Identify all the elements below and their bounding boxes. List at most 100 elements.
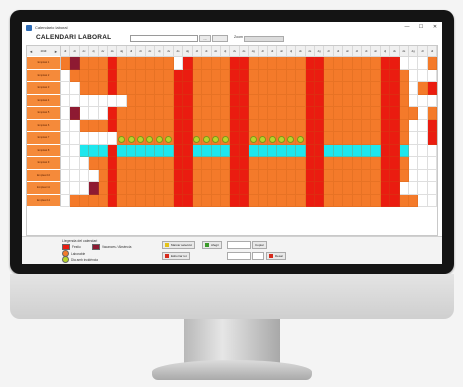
year-selector[interactable]: ◄ 2019 ► xyxy=(27,46,61,57)
day-cell-empty[interactable] xyxy=(418,194,428,207)
day-cell-workday[interactable] xyxy=(258,194,268,207)
day-cell-workday[interactable] xyxy=(202,194,212,207)
day-cell-incident[interactable] xyxy=(249,132,259,145)
day-cell-holiday[interactable] xyxy=(427,82,438,95)
day-cell-workday[interactable] xyxy=(286,182,297,195)
day-cell-holiday[interactable] xyxy=(108,57,118,70)
day-cell-special-shift[interactable] xyxy=(277,144,287,157)
day-cell-workday[interactable] xyxy=(324,107,334,120)
day-cell-holiday[interactable] xyxy=(183,157,193,170)
day-cell-workday[interactable] xyxy=(286,69,297,82)
day-cell-workday[interactable] xyxy=(286,57,297,70)
day-cell-incident[interactable] xyxy=(220,132,231,145)
day-cell-workday[interactable] xyxy=(202,169,212,182)
day-cell-workday[interactable] xyxy=(399,82,410,95)
day-cell-workday[interactable] xyxy=(136,119,146,132)
day-cell-empty[interactable] xyxy=(418,144,428,157)
day-cell-workday[interactable] xyxy=(126,82,137,95)
day-cell-workday[interactable] xyxy=(267,194,278,207)
day-cell-holiday[interactable] xyxy=(239,107,250,120)
day-cell-workday[interactable] xyxy=(79,69,90,82)
day-cell-workday[interactable] xyxy=(343,169,353,182)
day-cell-workday[interactable] xyxy=(220,182,231,195)
day-cell-empty[interactable] xyxy=(61,194,71,207)
day-cell-workday[interactable] xyxy=(409,194,419,207)
day-cell-holiday[interactable] xyxy=(390,82,400,95)
day-cell-holiday[interactable] xyxy=(390,107,400,120)
employee-name[interactable]: Empleat 2 xyxy=(27,69,61,82)
day-cell-workday[interactable] xyxy=(202,57,212,70)
employee-name[interactable]: Empleat 5 xyxy=(27,107,61,120)
day-cell-workday[interactable] xyxy=(249,182,259,195)
day-cell-workday[interactable] xyxy=(258,157,268,170)
day-cell-holiday[interactable] xyxy=(314,144,325,157)
day-cell-workday[interactable] xyxy=(352,132,362,145)
day-cell-holiday[interactable] xyxy=(183,169,193,182)
day-cell-workday[interactable] xyxy=(352,57,362,70)
day-cell-workday[interactable] xyxy=(277,119,287,132)
day-cell-workday[interactable] xyxy=(164,194,174,207)
day-cell-workday[interactable] xyxy=(136,182,146,195)
day-cell-holiday[interactable] xyxy=(305,57,315,70)
day-cell-empty[interactable] xyxy=(61,157,71,170)
day-cell-holiday[interactable] xyxy=(305,169,315,182)
day-cell-special-shift[interactable] xyxy=(89,144,99,157)
day-cell-workday[interactable] xyxy=(202,107,212,120)
day-cell-workday[interactable] xyxy=(277,157,287,170)
day-cell-workday[interactable] xyxy=(258,94,268,107)
day-cell-workday[interactable] xyxy=(211,57,221,70)
day-cell-workday[interactable] xyxy=(418,82,428,95)
day-cell-empty[interactable] xyxy=(427,182,438,195)
day-cell-holiday[interactable] xyxy=(239,69,250,82)
day-cell-workday[interactable] xyxy=(211,194,221,207)
day-cell-workday[interactable] xyxy=(155,82,165,95)
day-cell-holiday[interactable] xyxy=(108,169,118,182)
day-cell-workday[interactable] xyxy=(277,169,287,182)
day-cell-empty[interactable] xyxy=(427,69,438,82)
day-cell-workday[interactable] xyxy=(324,94,334,107)
day-cell-workday[interactable] xyxy=(89,119,99,132)
day-cell-workday[interactable] xyxy=(258,182,268,195)
day-cell-workday[interactable] xyxy=(145,169,156,182)
day-cell-empty[interactable] xyxy=(79,157,90,170)
day-cell-workday[interactable] xyxy=(220,94,231,107)
day-cell-workday[interactable] xyxy=(267,169,278,182)
day-cell-workday[interactable] xyxy=(192,157,203,170)
day-cell-workday[interactable] xyxy=(277,82,287,95)
day-cell-workday[interactable] xyxy=(324,57,334,70)
day-cell-workday[interactable] xyxy=(192,57,203,70)
day-cell-holiday[interactable] xyxy=(239,194,250,207)
day-cell-workday[interactable] xyxy=(258,82,268,95)
day-cell-workday[interactable] xyxy=(98,182,109,195)
day-cell-workday[interactable] xyxy=(333,169,344,182)
employee-name[interactable]: Empleat 3 xyxy=(27,82,61,95)
day-cell-empty[interactable] xyxy=(61,182,71,195)
day-cell-empty[interactable] xyxy=(108,132,118,145)
day-cell-holiday[interactable] xyxy=(230,82,240,95)
mark-selection-button[interactable]: Marcar selecció xyxy=(162,241,196,249)
day-cell-workday[interactable] xyxy=(98,119,109,132)
day-cell-workday[interactable] xyxy=(211,107,221,120)
day-cell-workday[interactable] xyxy=(286,169,297,182)
day-cell-workday[interactable] xyxy=(117,194,127,207)
day-cell-workday[interactable] xyxy=(249,94,259,107)
day-cell-workday[interactable] xyxy=(286,157,297,170)
day-cell-holiday[interactable] xyxy=(230,157,240,170)
day-cell-workday[interactable] xyxy=(267,69,278,82)
day-cell-holiday[interactable] xyxy=(183,69,193,82)
day-cell-holiday[interactable] xyxy=(183,132,193,145)
day-cell-empty[interactable] xyxy=(79,132,90,145)
day-cell-special-shift[interactable] xyxy=(192,144,203,157)
day-cell-empty[interactable] xyxy=(70,119,80,132)
day-cell-workday[interactable] xyxy=(427,57,438,70)
day-cell-workday[interactable] xyxy=(211,69,221,82)
open-button[interactable] xyxy=(212,35,228,42)
day-cell-workday[interactable] xyxy=(362,94,372,107)
day-cell-workday[interactable] xyxy=(249,82,259,95)
day-cell-workday[interactable] xyxy=(79,57,90,70)
day-cell-special-shift[interactable] xyxy=(155,144,165,157)
day-cell-empty[interactable] xyxy=(409,182,419,195)
day-cell-empty[interactable] xyxy=(70,94,80,107)
day-cell-workday[interactable] xyxy=(352,169,362,182)
day-cell-holiday[interactable] xyxy=(183,182,193,195)
